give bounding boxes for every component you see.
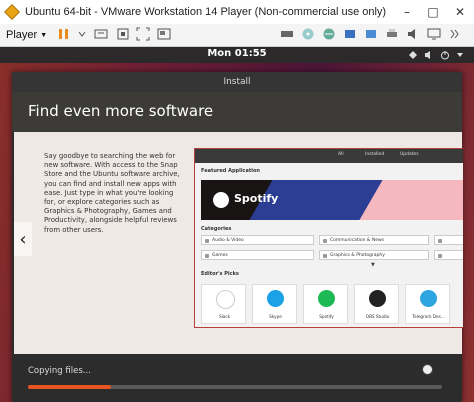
network-adapter-icon[interactable]: [322, 27, 336, 41]
editors-picks-label: Editor's Picks: [201, 271, 239, 277]
removable-devices-icon[interactable]: [116, 27, 130, 41]
chevron-down-icon: ▼: [371, 262, 375, 268]
slideshow-slide: Say goodbye to searching the web for new…: [14, 132, 463, 354]
app-card: Slack: [201, 284, 246, 324]
category-item: Graphics & Photography: [319, 250, 429, 260]
maximize-button[interactable]: □: [420, 0, 446, 24]
banner-app-name: Spotify: [234, 192, 279, 205]
progress-section: Copying files...: [12, 354, 462, 402]
tab-installed: Installed: [365, 152, 385, 157]
featured-banner: Spotify: [201, 180, 463, 220]
fullscreen-icon[interactable]: [136, 27, 150, 41]
chevron-down-icon[interactable]: [456, 52, 464, 58]
usb-device-icon[interactable]: [364, 27, 378, 41]
app-icon: [420, 290, 437, 307]
volume-icon[interactable]: [424, 50, 434, 60]
installer-title: Install: [12, 72, 462, 92]
app-name: Telegram Des...: [412, 314, 445, 319]
installer-window: Install Find even more software Say good…: [12, 72, 463, 402]
chevron-double-right-icon[interactable]: [450, 27, 460, 41]
window-title: Ubuntu 64-bit - VMware Workstation 14 Pl…: [25, 6, 387, 18]
categories-label: Categories: [201, 226, 232, 232]
category-item: Communication & News: [319, 235, 429, 245]
mouse-pointer-icon: [422, 364, 433, 375]
vmware-toolbar: Player ▼: [0, 24, 474, 47]
tab-updates: Updates: [400, 152, 419, 157]
tab-all: All: [338, 152, 344, 157]
app-name: OBS Studio: [365, 314, 390, 319]
app-card: OBS Studio: [354, 284, 399, 324]
category-item: Audio & Video: [201, 235, 314, 245]
previous-slide-button[interactable]: ‹: [14, 222, 32, 256]
ubuntu-top-bar: Mon 01:55: [0, 47, 474, 63]
sound-card-icon[interactable]: [406, 27, 420, 41]
hard-disk-icon[interactable]: [280, 27, 294, 41]
vmware-app-icon: [4, 4, 20, 20]
software-header-bar: All Installed Updates: [195, 149, 463, 163]
ubuntu-software-screenshot: All Installed Updates Featured Applicati…: [194, 148, 463, 328]
slide-header: Find even more software: [12, 92, 462, 132]
app-card: Skype: [252, 284, 297, 324]
category-item: [434, 250, 463, 260]
app-card: Spotify: [303, 284, 348, 324]
status-text: Copying files...: [28, 366, 91, 376]
pause-icon[interactable]: [57, 27, 71, 41]
app-icon: [369, 290, 386, 307]
slide-heading: Find even more software: [28, 102, 214, 120]
clock[interactable]: Mon 01:55: [0, 48, 474, 59]
network-icon[interactable]: [408, 50, 418, 60]
app-name: Skype: [269, 314, 282, 319]
app-icon: [216, 290, 235, 309]
usb-icon[interactable]: [343, 27, 357, 41]
app-name: Spotify: [319, 314, 334, 319]
category-item: [434, 235, 463, 245]
featured-label: Featured Application: [201, 168, 260, 174]
slide-description: Say goodbye to searching the web for new…: [44, 152, 180, 234]
unity-mode-icon[interactable]: [157, 27, 171, 41]
spotify-logo-icon: [213, 192, 229, 208]
minimize-button[interactable]: –: [394, 0, 420, 24]
app-icon: [318, 290, 335, 307]
app-icon: [267, 290, 284, 307]
progress-bar: [28, 385, 442, 389]
app-name: Slack: [218, 314, 231, 319]
category-item: Games: [201, 250, 314, 260]
chevron-down-icon[interactable]: [78, 27, 86, 41]
printer-icon[interactable]: [385, 27, 399, 41]
progress-bar-fill: [28, 385, 111, 389]
player-menu-label: Player: [6, 29, 38, 41]
display-icon[interactable]: [427, 27, 441, 41]
chevron-left-icon: ‹: [19, 228, 27, 250]
power-icon[interactable]: [440, 50, 450, 60]
cd-dvd-icon[interactable]: [301, 27, 315, 41]
send-keys-icon[interactable]: [94, 27, 108, 41]
chevron-down-icon: ▼: [40, 31, 48, 39]
player-menu-button[interactable]: Player ▼: [6, 29, 47, 41]
close-button[interactable]: ✕: [447, 0, 473, 24]
app-card: Telegram Des...: [405, 284, 450, 324]
